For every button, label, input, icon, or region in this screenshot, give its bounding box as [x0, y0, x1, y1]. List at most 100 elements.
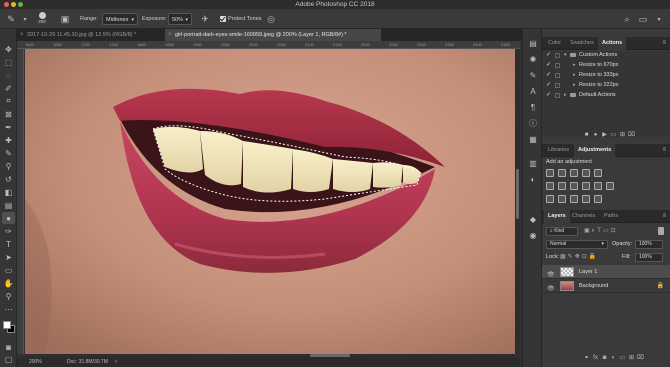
- eyedropper-tool-icon[interactable]: ✒: [2, 121, 15, 133]
- airbrush-icon[interactable]: ✈: [198, 12, 212, 26]
- dropdown-chevron-icon[interactable]: ▾: [18, 12, 32, 26]
- dialog-toggle-icon[interactable]: [555, 63, 560, 68]
- pen-tool-icon[interactable]: ✑: [2, 225, 15, 237]
- exposure-icon[interactable]: [582, 169, 590, 177]
- more-tools-icon[interactable]: ⋯: [2, 303, 15, 315]
- check-icon[interactable]: ✓: [546, 91, 551, 100]
- layer-filter-select[interactable]: ⌕ Kind: [546, 227, 578, 236]
- exposure-field[interactable]: 50% ▾: [168, 13, 192, 25]
- record-icon[interactable]: ●: [591, 132, 600, 138]
- history-brush-tool-icon[interactable]: ↺: [2, 173, 15, 185]
- chevron-right-icon[interactable]: ▸: [564, 91, 567, 100]
- levels-icon[interactable]: [558, 169, 566, 177]
- dialog-toggle-icon[interactable]: [555, 83, 560, 88]
- tab-libraries[interactable]: Libraries: [544, 144, 573, 157]
- panel-menu-icon[interactable]: ≡: [662, 213, 666, 219]
- check-icon[interactable]: ✓: [546, 51, 551, 60]
- panel-menu-icon[interactable]: ≡: [662, 147, 666, 153]
- workspace-chevron-icon[interactable]: ▾: [652, 12, 666, 26]
- healing-brush-tool-icon[interactable]: ✚: [2, 134, 15, 146]
- path-selection-tool-icon[interactable]: ➤: [2, 251, 15, 263]
- libraries-icon[interactable]: ▥: [527, 157, 539, 169]
- paragraph-icon[interactable]: ¶: [527, 101, 539, 113]
- check-icon[interactable]: ✓: [546, 71, 551, 80]
- group-icon[interactable]: ▭: [618, 354, 627, 361]
- color-lookup-icon[interactable]: [606, 182, 614, 190]
- workspace-icon[interactable]: ▭: [636, 12, 650, 26]
- properties-icon[interactable]: ▦: [527, 133, 539, 145]
- tab-channels[interactable]: Channels: [568, 210, 599, 223]
- vibrance-icon[interactable]: [594, 169, 602, 177]
- zoom-level[interactable]: 200%: [29, 357, 42, 367]
- canvas-vertical-scrollbar[interactable]: [515, 49, 520, 354]
- layers-icon[interactable]: ◆: [527, 213, 539, 225]
- link-icon[interactable]: ⚭: [582, 354, 591, 361]
- dialog-toggle-icon[interactable]: [555, 73, 560, 78]
- screen-mode-icon[interactable]: ▢: [2, 353, 15, 365]
- lock-options-icons[interactable]: ▦✎✥⊡🔒: [560, 253, 598, 260]
- posterize-icon[interactable]: [558, 195, 566, 203]
- curves-icon[interactable]: [570, 169, 578, 177]
- eye-icon[interactable]: 👁: [547, 282, 555, 296]
- scrollbar-thumb[interactable]: [516, 169, 519, 219]
- layer-row-background[interactable]: 👁 Background 🔒: [542, 279, 670, 293]
- dodge-tool-icon[interactable]: ●: [2, 212, 15, 224]
- new-action-icon[interactable]: ⊞: [618, 131, 627, 138]
- chevron-right-icon[interactable]: ▸: [573, 81, 576, 90]
- character-icon[interactable]: A: [527, 85, 539, 97]
- move-tool-icon[interactable]: ✥: [2, 43, 15, 55]
- foreground-color-swatch[interactable]: [3, 321, 11, 329]
- clone-stamp-tool-icon[interactable]: ⚲: [2, 160, 15, 172]
- action-item[interactable]: ✓ ▸ Resize to 222px: [542, 81, 670, 90]
- brush-settings-icon[interactable]: ✎: [527, 69, 539, 81]
- tab-document-2[interactable]: × girl-portrait-dark-eyes-smile-160959.j…: [165, 29, 381, 41]
- chevron-down-icon[interactable]: ▾: [564, 51, 567, 60]
- adjustment-layer-icon[interactable]: ◐: [609, 355, 618, 361]
- quick-mask-icon[interactable]: ◙: [2, 341, 15, 353]
- dialog-toggle-icon[interactable]: [555, 53, 560, 58]
- invert-icon[interactable]: [546, 195, 554, 203]
- tab-paths[interactable]: Paths: [600, 210, 622, 223]
- document-canvas[interactable]: [25, 49, 520, 354]
- close-tab-icon[interactable]: ×: [20, 29, 24, 41]
- dialog-toggle-icon[interactable]: [555, 93, 560, 98]
- threshold-icon[interactable]: [570, 195, 578, 203]
- adjustments-icon[interactable]: ◐: [527, 173, 539, 185]
- chevron-right-icon[interactable]: ▸: [573, 61, 576, 70]
- rectangle-tool-icon[interactable]: ▭: [2, 264, 15, 276]
- channel-mixer-icon[interactable]: [594, 182, 602, 190]
- brush-presets-icon[interactable]: ✺: [527, 53, 539, 65]
- hand-tool-icon[interactable]: ✋: [2, 277, 15, 289]
- tab-adjustments[interactable]: Adjustments: [574, 144, 616, 157]
- trash-icon[interactable]: ⌧: [627, 131, 636, 138]
- info-icon[interactable]: ⓘ: [527, 117, 539, 129]
- panel-menu-icon[interactable]: ≡: [662, 40, 666, 46]
- blend-mode-select[interactable]: Normal ▾: [546, 240, 608, 249]
- close-tab-icon[interactable]: ×: [168, 29, 172, 41]
- color-balance-icon[interactable]: [558, 182, 566, 190]
- action-item[interactable]: ✓ ▸ Resize to 670px: [542, 61, 670, 70]
- frame-tool-icon[interactable]: ⊠: [2, 108, 15, 120]
- tab-color[interactable]: Color: [544, 37, 565, 50]
- tool-preset-picker-icon[interactable]: ✎: [4, 12, 18, 26]
- brush-picker[interactable]: 200: [34, 11, 50, 24]
- action-item[interactable]: ✓ ▸ Resize to 333px: [542, 71, 670, 80]
- hue-saturation-icon[interactable]: [546, 182, 554, 190]
- history-icon[interactable]: ▤: [527, 37, 539, 49]
- fx-icon[interactable]: fx: [591, 355, 600, 361]
- check-icon[interactable]: ✓: [546, 81, 551, 90]
- play-icon[interactable]: ▶: [600, 131, 609, 138]
- protect-tones-checkbox[interactable]: Protect Tones: [220, 13, 262, 25]
- quick-selection-tool-icon[interactable]: ✐: [2, 82, 15, 94]
- photo-filter-icon[interactable]: [582, 182, 590, 190]
- range-select[interactable]: Midtones ▾: [102, 13, 138, 25]
- mask-icon[interactable]: ◙: [600, 355, 609, 361]
- lasso-tool-icon[interactable]: ◌: [2, 69, 15, 81]
- eraser-tool-icon[interactable]: ◧: [2, 186, 15, 198]
- search-icon[interactable]: ⌕: [620, 12, 634, 26]
- selective-color-icon[interactable]: [594, 195, 602, 203]
- crop-tool-icon[interactable]: ⌗: [2, 95, 15, 107]
- layer-row-layer-1[interactable]: 👁 Layer 1: [542, 265, 670, 279]
- brush-settings-icon[interactable]: ▣: [58, 12, 72, 26]
- tab-actions[interactable]: Actions: [598, 37, 627, 50]
